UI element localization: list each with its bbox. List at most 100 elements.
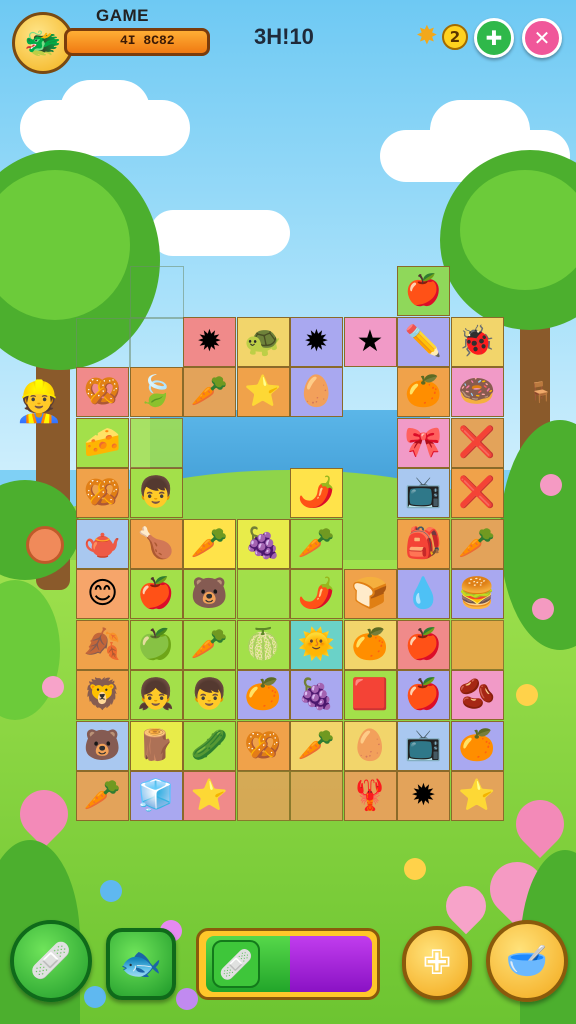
bandage-icon: 🩹: [218, 947, 254, 981]
board-ghost-cell: [130, 266, 184, 318]
game-tile[interactable]: 🧊: [129, 771, 183, 821]
game-tile[interactable]: 🍞: [343, 569, 397, 619]
board-ghost-cell: [130, 318, 184, 368]
game-tile[interactable]: 🥨: [236, 720, 290, 771]
board-ghost-cell: [76, 318, 130, 368]
game-tile[interactable]: 🥚: [343, 720, 397, 771]
kid-character: 🪑: [528, 380, 553, 404]
timer-display: 3H!10: [254, 24, 314, 49]
game-tile[interactable]: 🌶️: [290, 468, 343, 518]
game-tile[interactable]: 🍃: [129, 367, 183, 417]
game-tile[interactable]: 🥕: [290, 518, 343, 569]
game-tile[interactable]: 😊: [76, 569, 129, 619]
shop-button[interactable]: 🥣: [486, 920, 568, 1002]
game-tile[interactable]: 🥕: [290, 720, 343, 771]
game-tile[interactable]: [236, 569, 290, 619]
cloud: [60, 80, 150, 140]
fish-icon: 🐟: [119, 944, 163, 984]
game-tile[interactable]: 🧀: [76, 417, 129, 468]
game-tile[interactable]: 🎀: [397, 417, 450, 468]
hint-button[interactable]: 🩹: [10, 920, 92, 1002]
dragon-icon: 🐲: [24, 25, 62, 61]
game-tile[interactable]: 🐞: [450, 316, 504, 367]
game-tile[interactable]: ✹: [183, 316, 236, 367]
game-tile[interactable]: 🫖: [76, 518, 129, 569]
game-tile[interactable]: 🍈: [236, 619, 290, 670]
game-tile[interactable]: [450, 619, 504, 670]
game-tile[interactable]: 🍊: [450, 720, 504, 771]
game-tile[interactable]: ⭐: [183, 771, 236, 821]
game-tile[interactable]: 🌞: [290, 619, 343, 670]
snail-decoration: [26, 526, 64, 564]
game-tile[interactable]: [236, 771, 290, 821]
pause-button[interactable]: ✙: [402, 926, 472, 1000]
game-tile[interactable]: 🐻: [183, 569, 236, 619]
game-tile[interactable]: 🪵: [129, 720, 183, 771]
game-tile[interactable]: 🍏: [129, 619, 183, 670]
game-tile[interactable]: ⭐: [236, 367, 290, 417]
kid-character: 👷: [14, 379, 64, 425]
game-tile[interactable]: 🌶️: [290, 569, 343, 619]
game-tile[interactable]: 🐻: [76, 720, 129, 771]
power-meter-purple-fill: [290, 936, 372, 992]
game-tile[interactable]: 🍇: [236, 518, 290, 569]
game-tile[interactable]: 🍂: [76, 619, 129, 670]
flower: [100, 880, 122, 902]
game-tile[interactable]: 🍎: [129, 569, 183, 619]
game-tile[interactable]: 👦: [183, 670, 236, 720]
game-tile[interactable]: [129, 417, 183, 468]
game-tile[interactable]: 🍩: [450, 367, 504, 417]
flower: [404, 858, 426, 880]
shuffle-button[interactable]: 🐟: [106, 928, 176, 1000]
close-button[interactable]: ✕: [522, 18, 562, 58]
add-button[interactable]: ✚: [474, 18, 514, 58]
flower: [176, 988, 198, 1010]
game-tile[interactable]: 🥨: [76, 468, 129, 518]
game-tile[interactable]: 📺: [397, 720, 450, 771]
game-tile[interactable]: 📺: [397, 468, 450, 518]
game-tile[interactable]: ✹: [290, 316, 343, 367]
flower: [42, 676, 64, 698]
game-tile[interactable]: ❌: [450, 468, 504, 518]
game-tile[interactable]: 🟥: [343, 670, 397, 720]
game-tile[interactable]: 💧: [397, 569, 450, 619]
game-tile[interactable]: 🍎: [397, 670, 450, 720]
game-tile[interactable]: 🥒: [183, 720, 236, 771]
game-tile[interactable]: 🫘: [450, 670, 504, 720]
game-tile[interactable]: ✹: [397, 771, 450, 821]
game-tile[interactable]: 🥕: [450, 518, 504, 569]
game-tile[interactable]: 🦁: [76, 670, 129, 720]
game-tile[interactable]: ⭐: [450, 771, 504, 821]
game-tile[interactable]: 🥚: [290, 367, 343, 417]
game-tile[interactable]: 🍎: [397, 619, 450, 670]
game-tile[interactable]: 🍔: [450, 569, 504, 619]
game-tile[interactable]: 🥕: [76, 771, 129, 821]
game-tile[interactable]: 🥕: [183, 367, 236, 417]
game-title: GAME: [96, 6, 149, 25]
flower: [540, 474, 562, 496]
game-tile[interactable]: 🥨: [76, 367, 129, 417]
game-tile[interactable]: ❌: [450, 417, 504, 468]
game-tile[interactable]: 🦞: [343, 771, 397, 821]
game-tile[interactable]: 🐢: [236, 316, 290, 367]
game-tile[interactable]: 👧: [129, 670, 183, 720]
game-tile[interactable]: 🎒: [397, 518, 450, 569]
flower: [84, 986, 106, 1008]
pause-icon: ✙: [422, 943, 452, 983]
game-tile[interactable]: 🍊: [236, 670, 290, 720]
bandage-icon: 🩹: [29, 941, 73, 981]
game-tile[interactable]: 🍊: [343, 619, 397, 670]
bowl-icon: 🥣: [505, 941, 549, 981]
power-meter-button[interactable]: 🩹: [212, 940, 260, 988]
game-tile[interactable]: ✏️: [397, 316, 450, 367]
game-tile[interactable]: [290, 771, 343, 821]
game-tile[interactable]: 👦: [129, 468, 183, 518]
game-tile[interactable]: 🍇: [290, 670, 343, 720]
game-tile[interactable]: 🥕: [183, 518, 236, 569]
game-tile[interactable]: 🍗: [129, 518, 183, 569]
game-tile[interactable]: ★: [343, 316, 397, 367]
game-tile[interactable]: 🍊: [397, 367, 450, 417]
flower: [532, 598, 554, 620]
game-tile[interactable]: 🥕: [183, 619, 236, 670]
game-tile[interactable]: 🍎: [397, 266, 450, 316]
